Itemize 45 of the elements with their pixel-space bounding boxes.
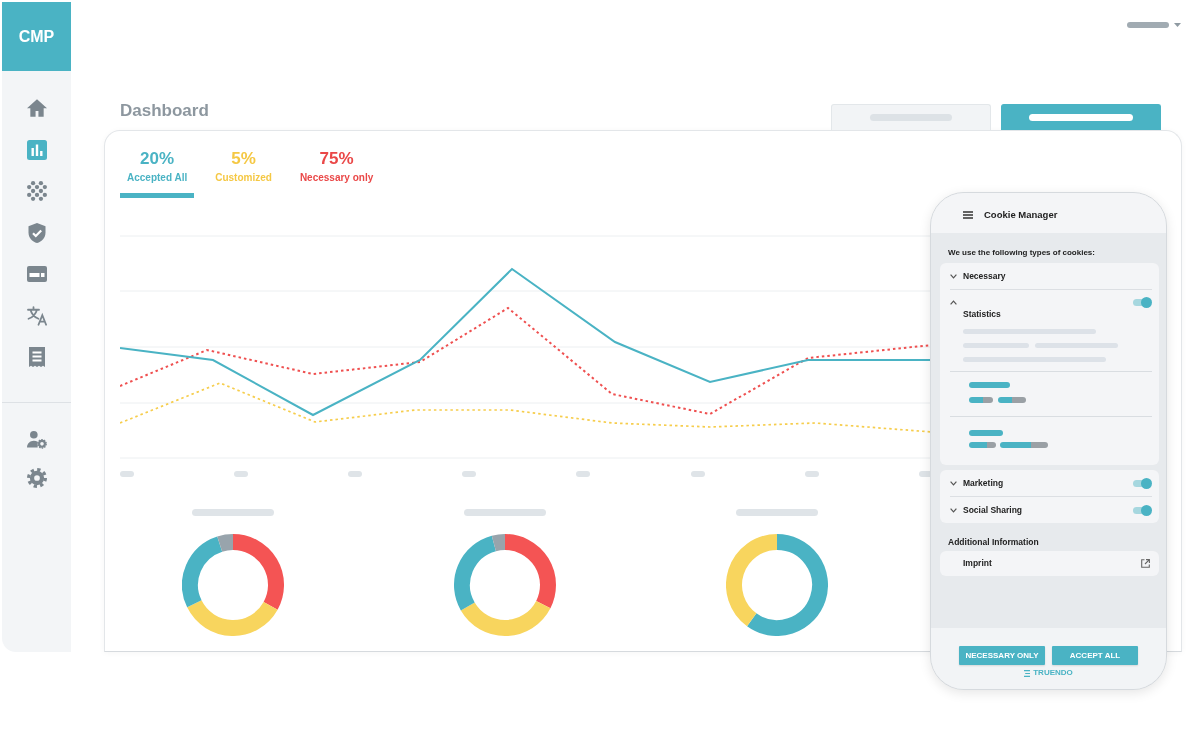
intro-text: We use the following types of cookies: (947, 247, 1096, 258)
chevron-down-icon[interactable] (950, 507, 957, 513)
logo: CMP (2, 2, 71, 71)
stat-tab[interactable]: 75% Necessary only (292, 148, 381, 198)
category-label: Statistics (963, 309, 1002, 320)
caret-icon (1174, 23, 1181, 27)
tag-placeholder (998, 397, 1026, 403)
dots-icon (26, 181, 47, 201)
view-tab[interactable] (1001, 104, 1161, 130)
toggle-switch[interactable] (1132, 504, 1152, 516)
chevron-up-icon[interactable] (950, 300, 957, 305)
chevron-down-icon[interactable] (950, 273, 957, 279)
menu-icon[interactable] (963, 211, 973, 219)
accept-all-button[interactable]: ACCEPT ALL (1052, 646, 1138, 665)
chevron-down-icon[interactable] (950, 480, 957, 486)
section-heading: Additional Information (948, 536, 1040, 548)
bar-chart-icon (26, 139, 47, 160)
category-label: Necessary (963, 270, 1006, 282)
external-link-icon (1141, 559, 1150, 568)
tag-placeholder (969, 382, 1010, 388)
tag-placeholder (969, 430, 1003, 436)
text-placeholder (1127, 22, 1169, 28)
stat-tab[interactable]: 5% Customized (208, 148, 279, 198)
translate-icon (26, 305, 47, 326)
settings-icon (26, 468, 47, 488)
document-icon (26, 347, 47, 367)
necessary-only-button[interactable]: NECESSARY ONLY (959, 646, 1045, 665)
brand-name: TRUENDO (1033, 668, 1073, 678)
stat-tab[interactable]: 20% Accepted All (120, 148, 195, 198)
toggle-switch[interactable] (1132, 477, 1152, 489)
category-label: Social Sharing (963, 504, 1023, 516)
info-link[interactable]: Imprint (940, 551, 1159, 576)
panel-icon (26, 264, 47, 284)
user-menu-button[interactable] (1127, 19, 1181, 31)
shield-check-icon (26, 222, 47, 243)
tag-placeholder (969, 442, 996, 448)
tag-placeholder (969, 397, 993, 403)
home-icon (26, 98, 47, 118)
page-title: Dashboard (120, 101, 209, 121)
toggle-switch[interactable] (1132, 297, 1152, 308)
user-settings-icon (26, 430, 47, 450)
category-label: Marketing (963, 477, 1004, 489)
brand-logo-icon (1024, 669, 1031, 677)
panel-title: Cookie Manager (984, 207, 1058, 222)
tag-placeholder (1000, 442, 1048, 448)
